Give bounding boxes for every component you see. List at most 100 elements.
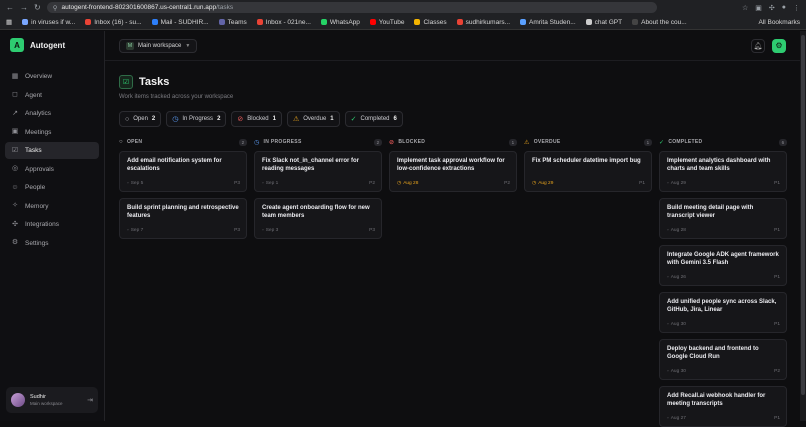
calendar-icon: ▫ [127, 228, 129, 233]
bookmark-favicon-icon [414, 19, 421, 25]
sidebar-item-settings[interactable]: ⚙ Settings [5, 235, 99, 252]
sidebar-item-label: People [25, 184, 46, 191]
reload-icon[interactable]: ↻ [34, 3, 41, 12]
circle-icon: ○ [119, 139, 123, 145]
bookmark-item[interactable]: Mail - SUDHIR... [151, 19, 209, 26]
page-header: ☑ Tasks [119, 75, 169, 89]
apps-icon[interactable]: ▦ [6, 18, 12, 26]
sidebar-item-overview[interactable]: ▦ Overview [5, 68, 99, 85]
bookmark-item[interactable]: WhatsApp [320, 18, 360, 26]
puzzle-icon[interactable]: ✣ [769, 4, 775, 12]
sidebar-item-analytics[interactable]: ↗ Analytics [5, 105, 99, 122]
filter-chip-completed[interactable]: ✓ Completed 6 [344, 111, 403, 127]
blocked-icon: ⊘ [237, 116, 244, 123]
task-card[interactable]: Integrate Google ADK agent framework wit… [659, 245, 787, 286]
task-priority: P2 [774, 369, 780, 374]
filter-chip-overdue[interactable]: ⚠ Overdue 1 [286, 111, 340, 127]
circle-icon: ○ [125, 115, 130, 123]
bookmarks-bar: ▦ in viruses if w... Inbox (16) - su... Ma… [0, 15, 806, 30]
task-title: Build meeting detail page with transcrip… [667, 205, 754, 219]
gear-icon: ⚙ [11, 239, 19, 246]
bell-icon[interactable]: 🔔︎ [751, 38, 765, 53]
sidebar-item-people[interactable]: ☺ People [5, 179, 99, 196]
task-date-text: Aug 30 [670, 322, 686, 327]
site-info-icon[interactable]: ⚲ [53, 4, 58, 12]
task-title: Fix PM scheduler datetime import bug [532, 158, 641, 164]
logout-icon[interactable]: ⇥ [87, 396, 93, 404]
sidebar-item-memory[interactable]: ✧ Memory [5, 198, 99, 215]
grid-icon: ▦ [11, 72, 19, 80]
bookmark-label: WhatsApp [329, 18, 360, 26]
sidebar-item-agent[interactable]: ◻ Agent [5, 87, 99, 104]
chat-icon: ◻ [12, 91, 18, 98]
page-title: Tasks [139, 76, 170, 88]
task-card[interactable]: Implement analytics dashboard with chart… [659, 151, 787, 192]
bookmark-item[interactable]: Inbox (16) - su... [85, 19, 142, 26]
bookmark-item[interactable]: YouTube [369, 19, 404, 26]
sidebar-item-tasks[interactable]: ☑ Tasks [5, 142, 99, 159]
task-date-text: Aug 27 [670, 416, 686, 421]
task-card[interactable]: Fix Slack not_in_channel error for readi… [254, 151, 382, 192]
card-list: Implement task approval workflow for low… [389, 151, 517, 192]
menu-icon[interactable]: ⋮ [793, 4, 800, 12]
workspace-switcher[interactable]: M Main workspace ▼ [119, 38, 198, 53]
bookmark-favicon-icon [456, 19, 463, 25]
bookmark-item[interactable]: in viruses if w... [22, 19, 75, 26]
user-card[interactable]: Sudhir Main workspace ⇥ [6, 387, 98, 413]
task-card[interactable]: Create agent onboarding flow for new tea… [254, 198, 382, 239]
bookmark-item[interactable]: sudhirkumars... [456, 19, 510, 26]
bookmark-item[interactable]: Classes [414, 19, 447, 26]
profile-icon[interactable]: ● [782, 4, 786, 12]
bookmark-item[interactable]: Amrita Studen... [520, 19, 576, 26]
browser-toolbar: ← → ↻ ⚲ autogent-frontend-802301600867.u… [0, 0, 806, 15]
filter-chip-open[interactable]: ○ Open 2 [119, 111, 162, 127]
filter-count: 2 [151, 116, 156, 122]
forward-icon[interactable]: → [20, 3, 28, 12]
filter-chip-in-progress[interactable]: ◷ In Progress 2 [166, 111, 227, 127]
bookmark-item[interactable]: Teams [218, 19, 247, 26]
task-card[interactable]: Add unified people sync across Slack, Gi… [659, 292, 787, 333]
task-title: Integrate Google ADK agent framework wit… [667, 252, 779, 266]
task-card[interactable]: Deploy backend and frontend to Google Cl… [659, 339, 787, 380]
column-open: ○ OPEN 2 Add email notification system for … [119, 137, 247, 427]
sidebar-item-label: Overview [25, 73, 53, 80]
task-priority: P1 [774, 181, 780, 186]
calendar-icon: ▫ [262, 228, 264, 233]
all-bookmarks[interactable]: All Bookmarks [758, 19, 800, 26]
task-date-text: Sep 3 [265, 228, 279, 233]
task-due-date: ▫ Aug 30 [667, 369, 686, 374]
address-bar[interactable]: ⚲ autogent-frontend-802301600867.us-cent… [46, 2, 657, 13]
sidebar-item-approvals[interactable]: ◎ Approvals [5, 161, 99, 178]
clock-icon: ◷ [532, 181, 537, 186]
page-scrollbar[interactable] [800, 31, 806, 421]
bookmark-item[interactable]: Inbox - 021ne... [256, 19, 311, 26]
task-card[interactable]: Add email notification system for escala… [119, 151, 247, 192]
chart-icon: ↗ [12, 109, 18, 117]
sidebar-item-meetings[interactable]: ▣ Meetings [5, 124, 99, 141]
brand[interactable]: A Autogent [0, 31, 104, 59]
task-card[interactable]: Implement task approval workflow for low… [389, 151, 517, 192]
scrollbar-thumb[interactable] [801, 35, 805, 395]
column-count: 2 [374, 138, 382, 146]
task-card[interactable]: Build sprint planning and retrospective … [119, 198, 247, 239]
sidebar-item-integrations[interactable]: ✣ Integrations [5, 216, 99, 233]
shield-icon: ◎ [11, 165, 19, 172]
calendar-icon: ▫ [667, 181, 669, 186]
filter-chip-blocked[interactable]: ⊘ Blocked 1 [231, 111, 282, 127]
workspace-icon: M [126, 41, 134, 50]
tasks-icon: ☑ [119, 75, 133, 89]
clock-icon: ◷ [172, 116, 179, 123]
bookmark-item[interactable]: About the cou... [632, 19, 687, 26]
topbar: M Main workspace ▼ 🔔︎ ⚙ [105, 31, 800, 61]
task-card[interactable]: Fix PM scheduler datetime import bug ◷ Aug… [524, 151, 652, 192]
star-icon[interactable]: ☆ [742, 4, 748, 12]
bookmark-item[interactable]: chat GPT [585, 19, 622, 26]
settings-gear-icon[interactable]: ⚙ [772, 38, 786, 53]
task-card[interactable]: Build meeting detail page with transcrip… [659, 198, 787, 239]
task-title: Build sprint planning and retrospective … [127, 205, 239, 219]
chevron-down-icon: ▼ [185, 42, 191, 49]
back-icon[interactable]: ← [6, 3, 14, 12]
task-date-text: Aug 28 [670, 228, 686, 233]
sidebar-item-label: Memory [25, 202, 49, 210]
extension-icon[interactable]: ▣ [755, 4, 762, 12]
